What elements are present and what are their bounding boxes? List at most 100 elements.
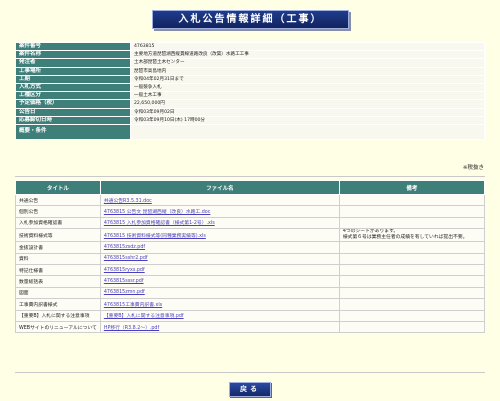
column-header-filename: ファイル名 (99, 180, 340, 195)
info-label: 案件番号 (15, 41, 131, 52)
column-header-title: タイトル (15, 180, 101, 195)
file-row: 入札参加資格確認書 4763815 入札参加資格確認書（様式第1-2号）.xls (15, 216, 486, 230)
file-download-link[interactable]: 【重要B】入札に関する注意事項.pdf (104, 314, 184, 319)
file-download-link[interactable]: 4763815zsdz.pdf (104, 245, 145, 250)
file-remark (338, 205, 486, 218)
file-row: 技術資料様式等 4763815 技術資料様式等(同種業務実績等).xls 4つのシー… (15, 228, 486, 243)
file-title: 入札参加資格確認書 (15, 216, 101, 230)
divider (15, 176, 485, 177)
file-row: 特記仕様書 4763815ryxs.pdf (15, 263, 486, 277)
file-cell: 4763815ryxs.pdf (99, 263, 340, 277)
file-download-link[interactable]: 共通公告R3.5.31.doc (104, 199, 152, 204)
file-cell: 4763815zmn.pdf (99, 286, 340, 300)
info-label: 応募締切日時 (15, 115, 131, 125)
file-remark (338, 298, 486, 311)
file-cell: 4763815 公告文 琵琶湖西縦（改良）水路工.doc (99, 205, 340, 218)
info-row: 発注者 土木部琵琶土木センター (15, 58, 485, 68)
info-label: 工種区分 (15, 91, 131, 101)
info-label: 工事場所 (15, 66, 131, 76)
file-row: 【重要B】入札に関する注意事項 【重要B】入札に関する注意事項.pdf (15, 309, 486, 322)
file-title: 資料 (15, 252, 101, 265)
tax-note: ※税抜き (462, 165, 484, 171)
file-row: 工事費内訳書様式 4763815工事費内訳書.xls (15, 298, 486, 311)
file-row: 数量総括表 4763815sssr.pdf (15, 275, 486, 288)
file-title: 個別公告 (15, 205, 101, 218)
info-row: 工期 令和04年02月31日まで (15, 74, 485, 84)
file-row: 資料 4763815sshr2.pdf (15, 252, 486, 265)
info-value: 土木部琵琶土木センター (130, 58, 485, 68)
file-cell: 4763815 入札参加資格確認書（様式第1-2号）.xls (99, 216, 340, 230)
file-remark (338, 216, 486, 230)
file-remark (338, 252, 486, 265)
info-label: 公告日 (15, 107, 131, 117)
info-value: 22,650,000円 (130, 99, 485, 109)
file-row: 個別公告 4763815 公告文 琵琶湖西縦（改良）水路工.doc (15, 205, 486, 218)
file-cell: 4763815sshr2.pdf (99, 252, 340, 265)
file-row: 金抜設計書 4763815zsdz.pdf (15, 241, 486, 254)
file-remark (338, 263, 486, 277)
file-download-link[interactable]: 4763815zmn.pdf (104, 290, 145, 295)
file-cell: 4763815sssr.pdf (99, 275, 340, 288)
file-download-link[interactable]: 4763815sshr2.pdf (104, 256, 148, 261)
file-remark (338, 275, 486, 288)
file-cell: 4763815 技術資料様式等(同種業務実績等).xls (99, 228, 340, 243)
info-row: 概要・条件 (15, 123, 485, 140)
file-row: 図面 4763815zmn.pdf (15, 286, 486, 300)
file-remark (338, 309, 486, 322)
info-value: 4763815 (130, 41, 485, 52)
info-row: 案件名称 主要地方道琵琶湖西縦貫線道路改良（改築）水路工工事 (15, 50, 485, 60)
info-label: 概要・条件 (15, 123, 131, 140)
file-row: WEBサイトのリニューアルについて HP移行（R3.8.2〜）.pdf (15, 320, 486, 334)
file-title: 金抜設計書 (15, 241, 101, 254)
file-download-link[interactable]: 4763815 入札参加資格確認書（様式第1-2号）.xls (104, 221, 215, 226)
info-label: 案件名称 (15, 50, 131, 60)
info-row: 工事場所 琵琶市高島地内 (15, 66, 485, 76)
file-download-link[interactable]: 4763815ryxs.pdf (104, 268, 145, 273)
file-download-link[interactable]: 4763815 公告文 琵琶湖西縦（改良）水路工.doc (104, 210, 211, 215)
file-title: 数量総括表 (15, 275, 101, 288)
file-title: 図面 (15, 286, 101, 300)
info-value: 一般競争入札 (130, 82, 485, 93)
file-remark (338, 193, 486, 207)
file-cell: 4763815zsdz.pdf (99, 241, 340, 254)
file-download-link[interactable]: 4763815 技術資料様式等(同種業務実績等).xls (104, 234, 206, 239)
file-title: 【重要B】入札に関する注意事項 (15, 309, 101, 322)
file-download-link[interactable]: 4763815工事費内訳書.xls (104, 303, 162, 308)
info-row: 公告日 令和03年09月02日 (15, 107, 485, 117)
divider (15, 372, 485, 373)
info-row: 案件番号 4763815 (15, 41, 485, 52)
info-label: 予定価格（税） (15, 99, 131, 109)
info-value: 琵琶市高島地内 (130, 66, 485, 76)
tender-info-table: 案件番号 4763815 案件名称 主要地方道琵琶湖西縦貫線道路改良（改築）水路工工事… (15, 41, 485, 140)
file-title: 特記仕様書 (15, 263, 101, 277)
file-download-link[interactable]: 4763815sssr.pdf (104, 279, 144, 284)
info-value: 一般土木工事 (130, 91, 485, 101)
info-label: 工期 (15, 74, 131, 84)
file-remark (338, 286, 486, 300)
info-label: 入札方式 (15, 82, 131, 93)
page-title: 入札公告情報詳細（工事） (152, 10, 349, 29)
file-title: 共通公告 (15, 193, 101, 207)
file-remark (338, 320, 486, 334)
info-row: 予定価格（税） 22,650,000円 (15, 99, 485, 109)
info-value (130, 123, 485, 140)
info-row: 工種区分 一般土木工事 (15, 91, 485, 101)
info-value: 令和04年02月31日まで (130, 74, 485, 84)
file-remark (338, 241, 486, 254)
info-label: 発注者 (15, 58, 131, 68)
file-title: 工事費内訳書様式 (15, 298, 101, 311)
file-download-link[interactable]: HP移行（R3.8.2〜）.pdf (104, 326, 159, 331)
info-value: 令和03年09月10日(木) 17時00分 (130, 115, 485, 125)
back-button[interactable]: 戻る (229, 382, 271, 397)
info-row: 入札方式 一般競争入札 (15, 82, 485, 93)
file-cell: HP移行（R3.8.2〜）.pdf (99, 320, 340, 334)
file-remark: 4つのシートがあります。 様式第６号は業務主任者の成績を有していれば提出不要。 (338, 228, 486, 243)
info-value: 主要地方道琵琶湖西縦貫線道路改良（改築）水路工工事 (130, 50, 485, 60)
file-title: 技術資料様式等 (15, 228, 101, 243)
file-cell: 共通公告R3.5.31.doc (99, 193, 340, 207)
file-cell: 4763815工事費内訳書.xls (99, 298, 340, 311)
info-value: 令和03年09月02日 (130, 107, 485, 117)
attachments-table: タイトル ファイル名 備考 共通公告 共通公告R3.5.31.doc 個別公告 476… (15, 180, 486, 334)
file-cell: 【重要B】入札に関する注意事項.pdf (99, 309, 340, 322)
column-header-remarks: 備考 (338, 180, 486, 195)
